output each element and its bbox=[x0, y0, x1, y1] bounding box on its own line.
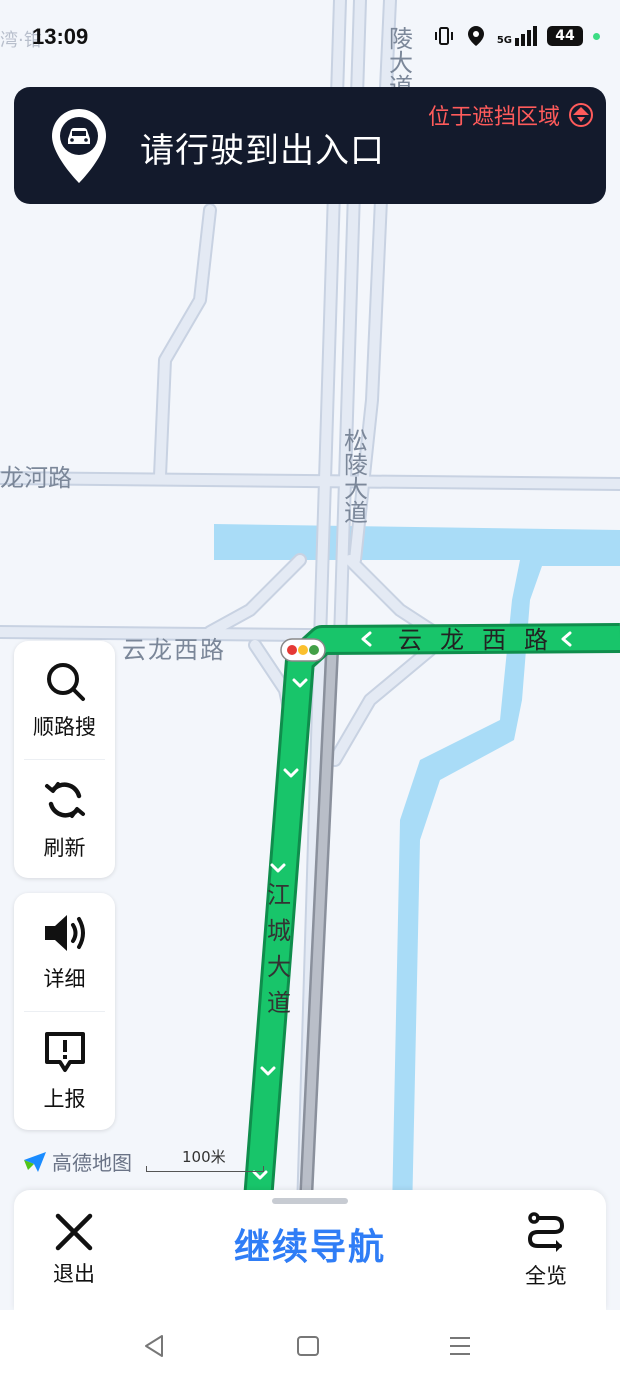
system-navigation-bar bbox=[0, 1310, 620, 1386]
signal-icon: 5G bbox=[497, 26, 537, 46]
map-scale: 100米 bbox=[146, 1146, 264, 1172]
side-tools-bottom: 详细 上报 bbox=[14, 893, 115, 1130]
refresh-button[interactable]: 刷新 bbox=[14, 760, 115, 878]
search-along-label: 顺路搜 bbox=[33, 715, 96, 739]
amap-logo-icon bbox=[24, 1151, 46, 1172]
road-label-jiangcheng: 江城大道 bbox=[263, 882, 291, 1026]
banner-alert: 位于遮挡区域 bbox=[428, 99, 594, 131]
road-label-yunlong-left: 云龙西路 bbox=[122, 637, 226, 664]
banner-instruction: 请行驶到出入口 bbox=[140, 131, 385, 171]
map-scale-label: 100米 bbox=[182, 1148, 226, 1166]
drag-handle[interactable] bbox=[272, 1198, 348, 1204]
network-type: 5G bbox=[496, 35, 512, 46]
menu-icon[interactable] bbox=[448, 1332, 472, 1360]
vibrate-icon bbox=[434, 27, 453, 45]
overview-label: 全览 bbox=[525, 1264, 567, 1288]
road-label-longhe: 龙河路 bbox=[0, 465, 72, 492]
status-icons: 5G 44 bbox=[433, 24, 600, 48]
exit-label: 退出 bbox=[53, 1262, 95, 1286]
home-icon[interactable] bbox=[296, 1332, 320, 1360]
detail-label: 详细 bbox=[43, 967, 86, 991]
banner-alert-text: 位于遮挡区域 bbox=[427, 105, 560, 130]
report-button[interactable]: 上报 bbox=[14, 1012, 115, 1130]
refresh-icon bbox=[44, 782, 85, 818]
privacy-dot bbox=[593, 32, 600, 40]
status-time: 13:09 bbox=[32, 24, 89, 49]
car-location-pin-icon bbox=[52, 109, 106, 183]
location-icon bbox=[467, 26, 484, 46]
battery-icon: 44 bbox=[547, 26, 583, 46]
close-icon bbox=[55, 1213, 93, 1251]
back-icon[interactable] bbox=[142, 1332, 166, 1360]
search-along-button[interactable]: 顺路搜 bbox=[14, 641, 115, 759]
overview-button[interactable]: 全览 bbox=[508, 1210, 584, 1290]
status-bar: 湾·钳 13:09 5G 44 bbox=[0, 0, 620, 72]
bottom-panel: 退出 继续导航 全览 bbox=[14, 1190, 606, 1310]
report-icon bbox=[44, 1032, 85, 1072]
exit-button[interactable]: 退出 bbox=[36, 1212, 112, 1288]
battery-level: 44 bbox=[555, 28, 575, 44]
side-tools-top: 顺路搜 刷新 bbox=[14, 641, 115, 878]
route-overview-icon bbox=[527, 1212, 565, 1252]
traffic-light-icon bbox=[280, 638, 326, 662]
continue-navigation-button[interactable]: 继续导航 bbox=[210, 1218, 410, 1270]
satellite-signal-icon bbox=[569, 103, 593, 127]
navigation-banner: 请行驶到出入口 位于遮挡区域 bbox=[14, 87, 606, 204]
detail-button[interactable]: 详细 bbox=[14, 893, 115, 1011]
speaker-icon bbox=[44, 915, 85, 951]
search-icon bbox=[46, 663, 85, 701]
refresh-label: 刷新 bbox=[43, 836, 86, 860]
road-label-songling: 松陵大道 bbox=[340, 428, 368, 524]
amap-logo-text: 高德地图 bbox=[52, 1151, 132, 1175]
road-label-yunlong-route: 云龙西路 bbox=[398, 627, 566, 654]
amap-logo: 高德地图 bbox=[22, 1147, 132, 1176]
map-scale-bar bbox=[146, 1166, 264, 1172]
report-label: 上报 bbox=[43, 1087, 86, 1111]
